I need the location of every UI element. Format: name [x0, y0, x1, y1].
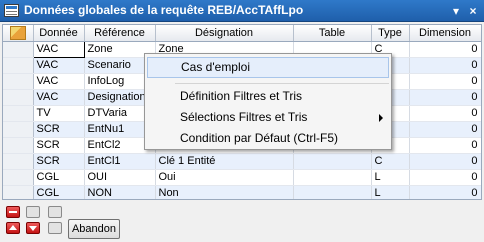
cell-type[interactable]: L: [371, 185, 410, 199]
bottom-toolbar: Abandon: [0, 202, 484, 242]
column-header-type[interactable]: Type: [371, 25, 410, 42]
window-title: Données globales de la requête REB/AccTA…: [24, 3, 304, 17]
cell-dimension[interactable]: 0: [409, 169, 481, 186]
column-header-designation[interactable]: Désignation: [155, 25, 294, 42]
table-row[interactable]: SCR EntCl1 Clé 1 Entité C 0: [3, 153, 481, 170]
menu-item-definition-filtres[interactable]: Définition Filtres et Tris: [147, 86, 389, 107]
cell-dimension[interactable]: 0: [409, 185, 481, 199]
menu-item-condition-defaut[interactable]: Condition par Défaut (Ctrl-F5): [147, 128, 389, 149]
pin-icon[interactable]: ▾ ╤: [448, 3, 464, 34]
cell-designation[interactable]: Oui: [155, 169, 294, 186]
cell-donnee[interactable]: VAC: [33, 89, 85, 106]
cell-reference[interactable]: OUI: [84, 169, 156, 186]
row-selector[interactable]: [3, 169, 34, 186]
submenu-arrow-icon: [379, 114, 383, 122]
cell-table[interactable]: [293, 169, 372, 186]
grid-window-icon: [4, 4, 19, 17]
column-header-dimension[interactable]: Dimension: [409, 25, 481, 42]
row-selector[interactable]: [3, 41, 34, 58]
cell-designation[interactable]: Clé 1 Entité: [155, 153, 294, 170]
row-header-corner-icon: [9, 26, 26, 40]
blank-row-icon[interactable]: [26, 206, 40, 218]
cell-designation[interactable]: Non: [155, 185, 294, 199]
row-selector[interactable]: [3, 57, 34, 74]
cell-reference[interactable]: NON: [84, 185, 156, 199]
blank-option-icon[interactable]: [48, 206, 62, 218]
title-bar[interactable]: Données globales de la requête REB/AccTA…: [0, 0, 484, 34]
row-selector[interactable]: [3, 121, 34, 138]
cell-dimension[interactable]: 0: [409, 121, 481, 138]
cell-dimension[interactable]: 0: [409, 105, 481, 122]
query-data-window: Données globales de la requête REB/AccTA…: [0, 0, 484, 242]
context-menu: Cas d'emploi Définition Filtres et Tris …: [144, 53, 392, 150]
cell-type[interactable]: C: [371, 153, 410, 170]
move-down-icon[interactable]: [26, 222, 40, 234]
cell-donnee[interactable]: SCR: [33, 153, 85, 170]
cell-dimension[interactable]: 0: [409, 73, 481, 90]
cell-donnee[interactable]: VAC: [33, 57, 85, 74]
menu-item-selections-filtres-label: Sélections Filtres et Tris: [180, 110, 308, 124]
column-header-table[interactable]: Table: [293, 25, 372, 42]
cell-type[interactable]: L: [371, 169, 410, 186]
cell-reference[interactable]: EntCl1: [84, 153, 156, 170]
cell-dimension[interactable]: 0: [409, 137, 481, 154]
cell-donnee[interactable]: CGL: [33, 185, 85, 199]
table-row[interactable]: CGL OUI Oui L 0: [3, 169, 481, 186]
delete-row-icon[interactable]: [6, 206, 20, 218]
cell-dimension[interactable]: 0: [409, 89, 481, 106]
cell-table[interactable]: [293, 185, 372, 199]
cell-donnee[interactable]: VAC: [32, 40, 85, 58]
menu-item-cas-emploi[interactable]: Cas d'emploi: [147, 57, 389, 78]
column-header-donnee[interactable]: Donnée: [33, 25, 85, 42]
close-icon[interactable]: ×: [465, 3, 481, 19]
row-selector[interactable]: [3, 105, 34, 122]
row-selector[interactable]: [3, 153, 34, 170]
menu-separator: [175, 83, 389, 84]
cell-dimension[interactable]: 0: [409, 57, 481, 74]
abandon-button[interactable]: Abandon: [68, 219, 120, 239]
cell-dimension[interactable]: 0: [409, 153, 481, 170]
row-selector[interactable]: [3, 137, 34, 154]
blank-action-icon[interactable]: [48, 222, 62, 234]
move-up-icon[interactable]: [6, 222, 20, 234]
row-selector[interactable]: [3, 73, 34, 90]
cell-donnee[interactable]: VAC: [33, 73, 85, 90]
menu-item-selections-filtres[interactable]: Sélections Filtres et Tris: [147, 107, 389, 128]
row-selector[interactable]: [3, 185, 34, 199]
cell-donnee[interactable]: SCR: [33, 121, 85, 138]
cell-donnee[interactable]: SCR: [33, 137, 85, 154]
table-row[interactable]: CGL NON Non L 0: [3, 185, 481, 199]
cell-donnee[interactable]: TV: [33, 105, 85, 122]
row-header-corner[interactable]: [3, 25, 34, 42]
cell-dimension[interactable]: 0: [409, 41, 481, 58]
column-header-reference[interactable]: Référence: [84, 25, 156, 42]
cell-table[interactable]: [293, 153, 372, 170]
row-selector[interactable]: [3, 89, 34, 106]
cell-donnee[interactable]: CGL: [33, 169, 85, 186]
